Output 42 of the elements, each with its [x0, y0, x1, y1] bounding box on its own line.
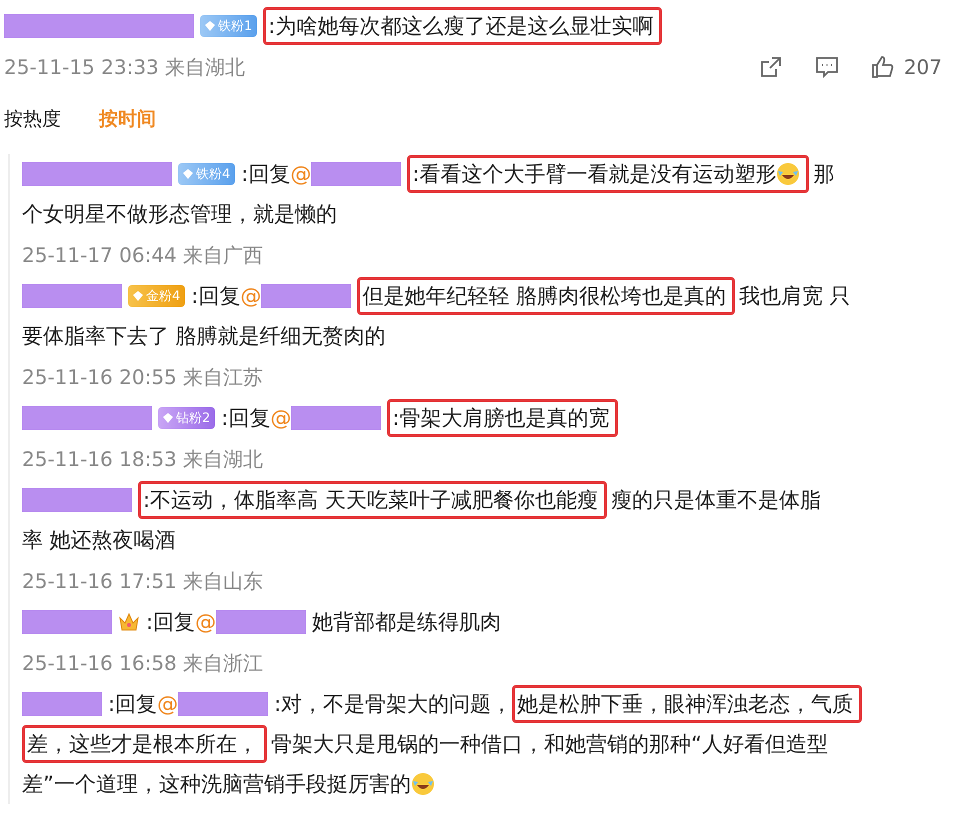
reply-label: :回复	[221, 405, 270, 432]
laughing-emoji-icon	[776, 162, 800, 186]
mention-sign: @	[290, 162, 312, 186]
like-icon[interactable]	[870, 54, 896, 80]
comment-text: 差，这些才是根本所在，	[27, 731, 258, 758]
reply-label: :回复	[241, 161, 290, 188]
comment-text: 骨架大只是甩锅的一种借口，和她营销的那种“人好看但造型	[271, 731, 828, 758]
comment-text: 我也肩宽 只	[739, 283, 851, 310]
reply-timestamp: 25-11-16 20:55 来自江苏	[22, 364, 264, 391]
mention-sign: @	[195, 610, 216, 634]
comment-timestamp: 25-11-15 23:33 来自湖北	[4, 54, 246, 81]
fan-badge: 钻粉2	[158, 407, 216, 429]
comment-text: 率 她还熬夜喝酒	[22, 527, 176, 554]
fan-badge: 铁粉4	[178, 163, 236, 185]
comment-text: 她背部都是练得肌肉	[312, 609, 502, 636]
reply-label: :回复	[108, 691, 158, 718]
comment-text: 她是松肿下垂，眼神浑浊老态，气质	[517, 691, 854, 718]
mention-sign: @	[270, 406, 292, 430]
reply-timestamp: 25-11-17 06:44 来自广西	[22, 242, 264, 269]
reply-label: :回复	[146, 609, 196, 636]
comment-text: :对，不是骨架大的问题，	[274, 691, 512, 718]
mention-sign: @	[157, 692, 178, 716]
reply-timestamp: 25-11-16 16:58 来自浙江	[22, 650, 264, 677]
reply-timestamp: 25-11-16 18:53 来自湖北	[22, 446, 264, 473]
reply-label: :回复	[191, 283, 240, 310]
fan-badge: 铁粉1	[200, 15, 258, 37]
sort-tab[interactable]: 按热度	[4, 106, 61, 132]
comment-text: 瘦的只是体重不是体脂	[610, 487, 821, 514]
fan-badge: 金粉4	[128, 285, 186, 307]
comment-text: :为啥她每次都这么瘦了还是这么显壮实啊	[268, 13, 654, 40]
comment-text: :不运动，体脂率高 天天吃菜叶子减肥餐你也能瘦	[143, 487, 598, 514]
comment-text: 那	[813, 161, 834, 188]
comment-text: 但是她年纪轻轻 胳膊肉很松垮也是真的	[362, 283, 726, 310]
like-count: 207	[904, 54, 942, 81]
comment-text: :看看这个大手臂一看就是没有运动塑形	[412, 161, 776, 188]
comment-text: :骨架大肩膀也是真的宽	[392, 405, 610, 432]
mention-sign: @	[240, 284, 262, 308]
comment-text: 差”一个道理，这种洗脑营销手段挺厉害的	[22, 771, 411, 798]
comment-text: 要体脂率下去了 胳膊就是纤细无赘肉的	[22, 323, 386, 350]
reply-timestamp: 25-11-16 17:51 来自山东	[22, 568, 264, 595]
comment-icon[interactable]	[814, 54, 840, 80]
comment-text: 个女明星不做形态管理，就是懒的	[22, 201, 337, 228]
